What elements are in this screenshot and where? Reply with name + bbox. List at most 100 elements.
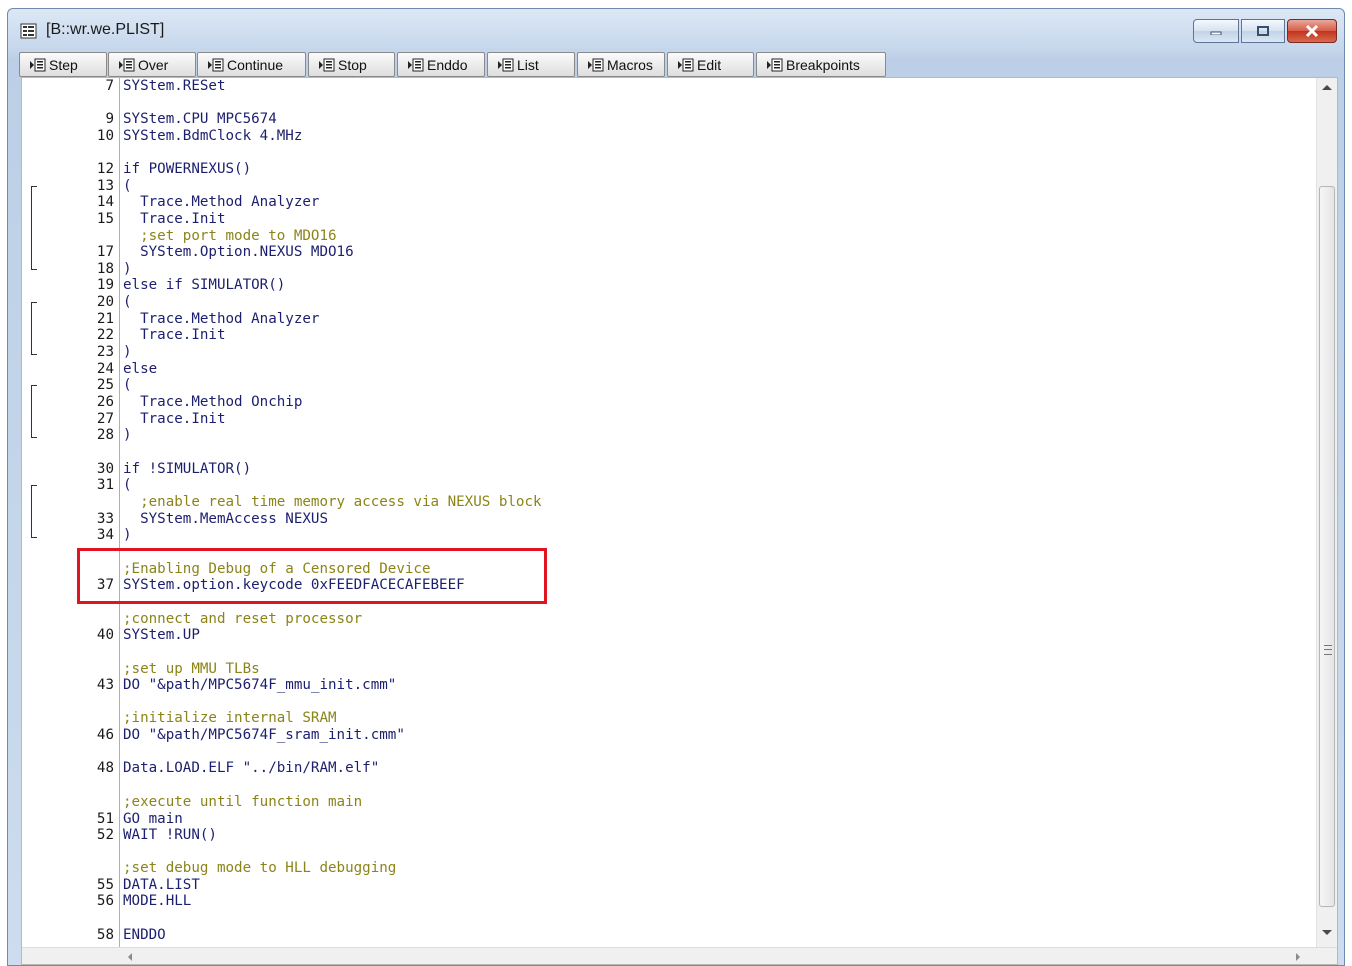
comment-line[interactable]: ;set port mode to MDO16 bbox=[123, 228, 336, 245]
toolbar-button-label: Edit bbox=[697, 56, 722, 73]
title-bar[interactable]: [B::wr.we.PLIST] bbox=[8, 9, 1344, 51]
vertical-scrollbar[interactable] bbox=[1316, 78, 1337, 947]
line-number: 28 bbox=[96, 427, 114, 443]
stop-button[interactable]: Stop bbox=[308, 52, 395, 77]
code-line[interactable]: SYStem.MemAccess NEXUS bbox=[123, 511, 328, 528]
edit-button[interactable]: Edit bbox=[667, 52, 754, 77]
code-line[interactable]: ) bbox=[123, 344, 132, 361]
toolbar: Step Over Continue Stop Enddo List Macros Edit B… bbox=[19, 52, 1339, 78]
line-number: 58 bbox=[96, 927, 114, 943]
code-editor[interactable]: 7 9 10 12 13 14 15 17 18 19 20 21 22 23 24 25 26 27 28 30 31… bbox=[21, 77, 1338, 965]
toolbar-button-label: Breakpoints bbox=[786, 56, 860, 73]
minimize-button[interactable] bbox=[1193, 19, 1239, 43]
line-number: 27 bbox=[96, 411, 114, 427]
vertical-scroll-thumb[interactable] bbox=[1319, 186, 1335, 907]
edit-icon bbox=[678, 58, 694, 71]
code-line[interactable]: Trace.Init bbox=[123, 411, 225, 428]
line-number: 55 bbox=[96, 877, 114, 893]
toolbar-button-label: Macros bbox=[607, 56, 653, 73]
code-line[interactable]: if POWERNEXUS() bbox=[123, 161, 251, 178]
code-line[interactable]: ( bbox=[123, 178, 132, 195]
scroll-down-icon[interactable] bbox=[1322, 930, 1332, 935]
line-number: 25 bbox=[96, 377, 114, 393]
close-button[interactable] bbox=[1287, 19, 1337, 43]
code-line[interactable]: ENDDO bbox=[123, 927, 166, 944]
line-number-gutter: 7 9 10 12 13 14 15 17 18 19 20 21 22 23 24 25 26 27 28 30 31… bbox=[22, 78, 120, 947]
line-number: 26 bbox=[96, 394, 114, 410]
step-icon bbox=[30, 58, 46, 71]
macros-icon bbox=[588, 58, 604, 71]
line-number: 19 bbox=[96, 277, 114, 293]
code-line[interactable]: WAIT !RUN() bbox=[123, 827, 217, 844]
code-line[interactable]: DATA.LIST bbox=[123, 877, 200, 894]
line-number: 48 bbox=[96, 760, 114, 776]
toolbar-button-label: List bbox=[517, 56, 539, 73]
step-button[interactable]: Step bbox=[19, 52, 107, 77]
line-number: 33 bbox=[96, 511, 114, 527]
code-line[interactable]: ) bbox=[123, 427, 132, 444]
maximize-icon bbox=[1257, 26, 1269, 36]
comment-line[interactable]: ;set up MMU TLBs bbox=[123, 661, 260, 678]
code-line[interactable]: Data.LOAD.ELF "../bin/RAM.elf" bbox=[123, 760, 379, 777]
code-line[interactable]: ( bbox=[123, 377, 132, 394]
code-line[interactable]: Trace.Init bbox=[123, 327, 225, 344]
code-line[interactable]: Trace.Method Onchip bbox=[123, 394, 302, 411]
code-line[interactable]: Trace.Init bbox=[123, 211, 225, 228]
continue-button[interactable]: Continue bbox=[197, 52, 306, 77]
breakpoints-icon bbox=[767, 58, 783, 71]
code-line[interactable]: else if SIMULATOR() bbox=[123, 277, 285, 294]
step-over-icon bbox=[119, 58, 135, 71]
line-number: 17 bbox=[96, 244, 114, 260]
code-line[interactable]: DO "&path/MPC5674F_mmu_init.cmm" bbox=[123, 677, 396, 694]
code-line[interactable]: ) bbox=[123, 527, 132, 544]
comment-line[interactable]: ;connect and reset processor bbox=[123, 611, 362, 628]
code-line[interactable]: if !SIMULATOR() bbox=[123, 461, 251, 478]
line-number: 18 bbox=[96, 261, 114, 277]
line-number: 22 bbox=[96, 327, 114, 343]
code-line[interactable]: ( bbox=[123, 294, 132, 311]
code-line[interactable]: SYStem.UP bbox=[123, 627, 200, 644]
code-line[interactable]: DO "&path/MPC5674F_sram_init.cmm" bbox=[123, 727, 405, 744]
code-line[interactable]: SYStem.CPU MPC5674 bbox=[123, 111, 277, 128]
comment-line[interactable]: ;set debug mode to HLL debugging bbox=[123, 860, 396, 877]
breakpoints-button[interactable]: Breakpoints bbox=[756, 52, 886, 77]
code-line[interactable]: Trace.Method Analyzer bbox=[123, 194, 319, 211]
line-number: 31 bbox=[96, 477, 114, 493]
line-number: 52 bbox=[96, 827, 114, 843]
maximize-button[interactable] bbox=[1241, 19, 1285, 43]
toolbar-button-label: Enddo bbox=[427, 56, 468, 73]
code-line[interactable]: SYStem.RESet bbox=[123, 78, 226, 95]
over-button[interactable]: Over bbox=[108, 52, 196, 77]
comment-line[interactable]: ;initialize internal SRAM bbox=[123, 710, 337, 727]
comment-line[interactable]: ;execute until function main bbox=[123, 794, 362, 811]
toolbar-button-label: Over bbox=[138, 56, 169, 73]
highlight-annotation-box bbox=[77, 548, 547, 604]
line-number: 34 bbox=[96, 527, 114, 543]
scroll-up-icon[interactable] bbox=[1322, 85, 1332, 90]
code-line[interactable]: MODE.HLL bbox=[123, 893, 191, 910]
enddo-icon bbox=[408, 58, 424, 71]
line-number: 30 bbox=[96, 461, 114, 477]
scroll-right-icon[interactable] bbox=[1296, 953, 1300, 961]
close-icon bbox=[1305, 25, 1319, 37]
toolbar-button-label: Step bbox=[49, 56, 78, 73]
line-number: 40 bbox=[96, 627, 114, 643]
code-line[interactable]: SYStem.BdmClock 4.MHz bbox=[123, 128, 302, 145]
macros-button[interactable]: Macros bbox=[577, 52, 665, 77]
line-number: 13 bbox=[96, 178, 114, 194]
code-area[interactable]: SYStem.RESet SYStem.CPU MPC5674 SYStem.Bdm… bbox=[122, 78, 1316, 947]
list-button[interactable]: List bbox=[487, 52, 575, 77]
code-line[interactable]: GO main bbox=[123, 811, 183, 828]
line-number: 12 bbox=[96, 161, 114, 177]
toolbar-button-label: Stop bbox=[338, 56, 367, 73]
code-line[interactable]: else bbox=[123, 361, 157, 378]
comment-line[interactable]: ;enable real time memory access via NEXU… bbox=[123, 494, 541, 511]
toolbar-button-label: Continue bbox=[227, 56, 284, 73]
code-line[interactable]: SYStem.Option.NEXUS MDO16 bbox=[123, 244, 354, 261]
scroll-left-icon[interactable] bbox=[128, 953, 132, 961]
code-line[interactable]: Trace.Method Analyzer bbox=[123, 311, 319, 328]
enddo-button[interactable]: Enddo bbox=[397, 52, 485, 77]
horizontal-scrollbar[interactable] bbox=[22, 947, 1337, 964]
code-line[interactable]: ( bbox=[123, 477, 132, 494]
code-line[interactable]: ) bbox=[123, 261, 132, 278]
